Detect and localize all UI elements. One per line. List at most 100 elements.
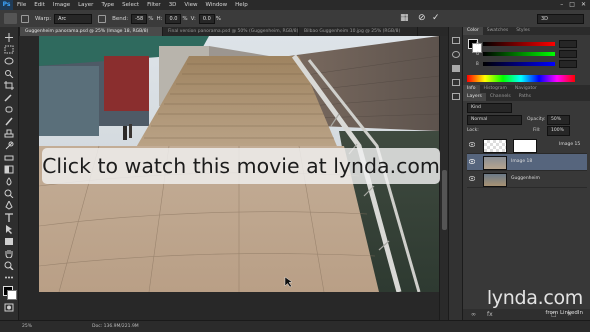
- bend-input[interactable]: -58: [131, 13, 148, 24]
- canvas-pasteboard: [19, 292, 439, 320]
- tab-styles[interactable]: Styles: [512, 27, 534, 35]
- watch-movie-overlay[interactable]: Click to watch this movie at lynda.com: [42, 148, 440, 184]
- layer-row-selected[interactable]: Image 18: [467, 154, 587, 171]
- menu-filter[interactable]: Filter: [147, 2, 161, 8]
- layer-row[interactable]: Guggenheim: [467, 171, 587, 188]
- color-spectrum[interactable]: [467, 75, 575, 82]
- green-slider[interactable]: G: [476, 50, 577, 58]
- photoshop-logo: Ps: [0, 0, 13, 10]
- tab-histogram[interactable]: Histogram: [480, 85, 511, 93]
- lasso-tool-icon[interactable]: [4, 57, 14, 66]
- menu-file[interactable]: File: [17, 2, 26, 8]
- pen-tool-icon[interactable]: [4, 201, 14, 210]
- blue-slider[interactable]: B: [476, 60, 577, 68]
- warp-mode-icon[interactable]: [21, 14, 29, 23]
- tab-paths[interactable]: Paths: [515, 93, 535, 101]
- properties-panel-icon[interactable]: [452, 65, 460, 72]
- tab-channels[interactable]: Channels: [486, 93, 515, 101]
- quick-mask-icon[interactable]: [4, 303, 14, 312]
- menu-layer[interactable]: Layer: [78, 2, 93, 8]
- blend-mode-select[interactable]: Normal: [467, 115, 522, 125]
- red-slider[interactable]: R: [476, 40, 577, 48]
- layers-panel-tabs: Layers Channels Paths: [463, 93, 590, 101]
- document-size: Doc: 136.9M/221.9M: [92, 324, 139, 329]
- adjust-panel-tabs: Info Histogram Navigator: [463, 85, 590, 93]
- visibility-eye-icon[interactable]: [469, 142, 475, 147]
- gradient-tool-icon[interactable]: [4, 165, 14, 174]
- menu-image[interactable]: Image: [53, 2, 70, 8]
- actions-panel-icon[interactable]: [452, 51, 460, 58]
- layer-thumbnail: [483, 156, 507, 170]
- menu-window[interactable]: Window: [205, 2, 227, 8]
- eyedropper-icon[interactable]: [4, 93, 14, 102]
- move-tool-icon[interactable]: [4, 33, 14, 42]
- menu-select[interactable]: Select: [122, 2, 139, 8]
- h-input[interactable]: 0.0: [165, 13, 182, 24]
- layer-row[interactable]: Image 15: [467, 137, 587, 154]
- tab-swatches[interactable]: Swatches: [483, 27, 513, 35]
- path-select-icon[interactable]: [4, 225, 14, 234]
- tab-info[interactable]: Info: [463, 85, 480, 93]
- opacity-label: Opacity:: [527, 117, 546, 122]
- shape-tool-icon[interactable]: [4, 237, 14, 246]
- layer-kind-filter[interactable]: Kind: [467, 103, 512, 113]
- mesh-toggle-icon[interactable]: ▦: [400, 13, 409, 24]
- more-tools-icon[interactable]: [4, 273, 14, 282]
- eraser-icon[interactable]: [4, 153, 14, 162]
- history-panel-icon[interactable]: [452, 37, 460, 44]
- warp-tool-icon[interactable]: [4, 13, 17, 24]
- clone-stamp-icon[interactable]: [4, 129, 14, 138]
- right-panels: Color Swatches Styles R G B Info Histogr…: [462, 27, 590, 320]
- document-tabs: Guggenheim panorama.psd @ 25% (Image 18,…: [20, 27, 458, 36]
- menu-type[interactable]: Type: [101, 2, 114, 8]
- blur-tool-icon[interactable]: [4, 177, 14, 186]
- visibility-eye-icon[interactable]: [469, 176, 475, 181]
- opacity-input[interactable]: 50%: [547, 115, 570, 125]
- layer-thumbnail: [483, 139, 507, 153]
- hand-tool-icon[interactable]: [4, 249, 14, 258]
- menu-3d[interactable]: 3D: [169, 2, 177, 8]
- character-panel-icon[interactable]: [452, 93, 460, 100]
- marquee-tool-icon[interactable]: [4, 45, 14, 54]
- type-tool-icon[interactable]: [4, 213, 14, 222]
- background-color-swatch[interactable]: [7, 290, 17, 300]
- visibility-eye-icon[interactable]: [469, 159, 475, 164]
- bend-percent: %: [148, 15, 154, 22]
- dodge-tool-icon[interactable]: [4, 189, 14, 198]
- warp-select[interactable]: Arc: [54, 13, 93, 24]
- close-icon[interactable]: ✕: [581, 1, 586, 8]
- bend-label: Bend:: [112, 15, 129, 22]
- menu-view[interactable]: View: [184, 2, 197, 8]
- overlay-text: Click to watch this movie at lynda.com: [42, 154, 440, 178]
- maximize-icon[interactable]: □: [569, 1, 575, 8]
- status-bar: 25% Doc: 136.9M/221.9M: [0, 320, 590, 332]
- tab-color[interactable]: Color: [463, 27, 483, 35]
- history-brush-icon[interactable]: [4, 141, 14, 150]
- orientation-icon[interactable]: [98, 14, 107, 23]
- fill-input[interactable]: 100%: [547, 126, 570, 136]
- v-input[interactable]: 0.0: [198, 13, 215, 24]
- fill-label: Fill:: [533, 128, 541, 133]
- quick-select-icon[interactable]: [4, 69, 14, 78]
- brush-panel-icon[interactable]: [452, 79, 460, 86]
- healing-brush-icon[interactable]: [4, 105, 14, 114]
- layer-thumbnail: [483, 173, 507, 187]
- tab-guggenheim-panorama[interactable]: Guggenheim panorama.psd @ 25% (Image 18,…: [20, 27, 163, 36]
- crop-tool-icon[interactable]: [4, 81, 14, 90]
- workspace-select[interactable]: 3D: [537, 14, 584, 24]
- window-controls: – □ ✕: [560, 1, 586, 8]
- zoom-tool-icon[interactable]: [4, 261, 14, 270]
- tab-navigator[interactable]: Navigator: [511, 85, 541, 93]
- brush-tool-icon[interactable]: [4, 117, 14, 126]
- tab-final-version[interactable]: Final version panorama.psd @ 50% (Guggen…: [163, 27, 299, 36]
- zoom-level[interactable]: 25%: [22, 324, 32, 329]
- watermark-sub: from LinkedIn: [545, 310, 583, 316]
- checkmark-icon[interactable]: ✓: [432, 13, 440, 24]
- tab-bilbao-guggenheim[interactable]: Bilbao Guggenheim 10.jpg @ 25% (RGB/8): [299, 27, 418, 36]
- tab-layers[interactable]: Layers: [463, 93, 486, 101]
- cancel-icon[interactable]: ⊘: [418, 13, 426, 24]
- minimize-icon[interactable]: –: [560, 1, 563, 8]
- menu-help[interactable]: Help: [235, 2, 248, 8]
- menu-edit[interactable]: Edit: [34, 2, 45, 8]
- menu-bar: Ps File Edit Image Layer Type Select Fil…: [0, 0, 590, 10]
